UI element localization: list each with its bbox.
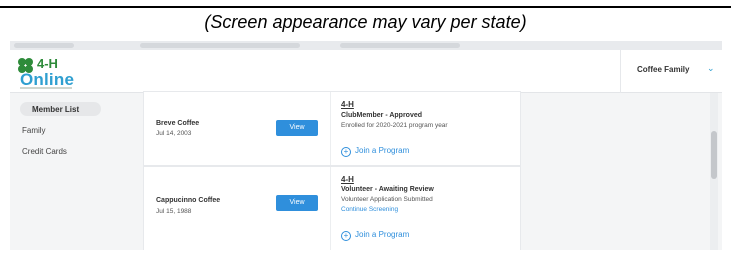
sidebar-item-family[interactable]: Family — [22, 126, 46, 135]
member-card: Breve Coffee Jul 14, 2003 View 4-H ClubM… — [143, 91, 521, 166]
chevron-down-icon[interactable]: ⌄ — [707, 63, 715, 74]
four-h-online-logo[interactable]: 4-H Online — [18, 55, 78, 89]
view-button[interactable]: View — [276, 120, 318, 136]
join-program-link[interactable]: + Join a Program — [341, 146, 409, 157]
member-list: Breve Coffee Jul 14, 2003 View 4-H ClubM… — [128, 91, 722, 250]
continue-screening-link[interactable]: Continue Screening — [341, 206, 398, 213]
member-name: Breve Coffee — [156, 120, 200, 127]
join-program-label: Join a Program — [355, 146, 410, 155]
screenshot-frame: 4-H Online Coffee Family ⌄ Member List F… — [10, 41, 722, 250]
top-rule — [0, 6, 731, 8]
enrollment-note: Volunteer Application Submitted — [341, 196, 433, 203]
sidebar-item-credit-cards[interactable]: Credit Cards — [22, 147, 67, 156]
enrollment-status: ClubMember - Approved — [341, 112, 423, 119]
address-bar — [140, 43, 300, 48]
member-card: Cappucinno Coffee Jul 15, 1988 View 4-H … — [143, 166, 521, 250]
sidebar: Member List Family Credit Cards — [10, 93, 128, 250]
browser-toolbar — [340, 43, 460, 48]
member-birthdate: Jul 15, 1988 — [156, 208, 192, 215]
member-name: Cappucinno Coffee — [156, 197, 221, 204]
sidebar-item-member-list[interactable]: Member List — [20, 102, 101, 116]
member-birthdate: Jul 14, 2003 — [156, 130, 192, 137]
enrollment-status: Volunteer - Awaiting Review — [341, 186, 434, 193]
plus-circle-icon: + — [341, 147, 351, 157]
join-program-label: Join a Program — [355, 230, 410, 239]
browser-bar — [10, 41, 722, 50]
browser-tab — [14, 43, 74, 48]
join-program-link[interactable]: + Join a Program — [341, 230, 409, 241]
club-link[interactable]: 4-H — [341, 100, 354, 109]
column-divider — [330, 167, 331, 250]
view-button[interactable]: View — [276, 195, 318, 211]
family-switcher-label[interactable]: Coffee Family — [637, 65, 689, 74]
column-divider — [330, 92, 331, 165]
club-link[interactable]: 4-H — [341, 175, 354, 184]
plus-circle-icon: + — [341, 231, 351, 241]
header-divider — [620, 50, 621, 93]
logo-tagline — [20, 87, 72, 89]
scrollbar-thumb[interactable] — [711, 131, 717, 179]
caption: (Screen appearance may vary per state) — [204, 12, 527, 32]
enrollment-note: Enrolled for 2020-2021 program year — [341, 122, 448, 129]
scrollbar[interactable] — [710, 93, 718, 250]
app-header: 4-H Online Coffee Family ⌄ — [10, 50, 722, 93]
logo-text-4h: 4-H — [37, 56, 58, 71]
